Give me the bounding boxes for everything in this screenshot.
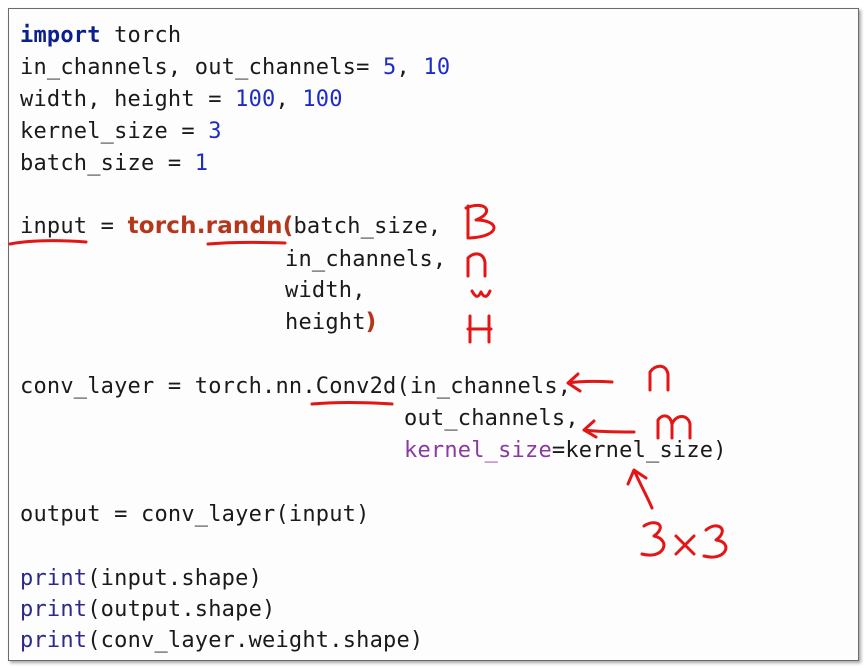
channels-assign: in_channels, out_channels= xyxy=(20,55,384,80)
randn-call: torch.randn( xyxy=(127,213,294,239)
height-value: 100 xyxy=(302,87,343,112)
size-assign: width, height = xyxy=(20,87,236,112)
code-line-arg-height: height) xyxy=(285,306,376,339)
out-channels-value: 10 xyxy=(423,55,451,80)
output-assign: output = conv_layer(input) xyxy=(20,502,370,527)
input-assign: input = xyxy=(20,214,128,239)
kernel-size-param: kernel_size xyxy=(404,438,552,463)
code-line-arg-in-channels: in_channels, xyxy=(285,244,446,276)
randn-close-paren: ) xyxy=(365,309,377,335)
import-target: torch xyxy=(100,23,182,48)
arg-batch-size: batch_size, xyxy=(293,214,442,239)
code-line-kernel: kernel_size = 3 xyxy=(20,116,222,148)
arg-width: width, xyxy=(285,278,366,303)
code-line-size: width, height = 100, 100 xyxy=(20,84,343,116)
code-line-print-weight: print(conv_layer.weight.shape) xyxy=(20,625,423,657)
batch-assign: batch_size = xyxy=(20,151,195,176)
code-line-arg-kernel: kernel_size=kernel_size) xyxy=(404,435,727,467)
size-separator: , xyxy=(275,87,303,112)
code-line-channels: in_channels, out_channels= 5, 10 xyxy=(20,52,450,84)
print-output-args: (output.shape) xyxy=(87,597,276,622)
print-weight-args: (conv_layer.weight.shape) xyxy=(87,628,424,653)
code-line-import: import torch xyxy=(20,20,181,52)
code-line-output: output = conv_layer(input) xyxy=(20,499,370,531)
code-line-conv: conv_layer = torch.nn.Conv2d(in_channels… xyxy=(20,371,571,403)
arg-out-channels: out_channels, xyxy=(404,406,579,431)
kernel-value: 3 xyxy=(208,119,222,144)
import-keyword: import xyxy=(20,23,101,48)
width-value: 100 xyxy=(235,87,276,112)
code-line-arg-width: width, xyxy=(285,275,366,307)
kernel-size-value: =kernel_size) xyxy=(551,438,727,463)
code-line-arg-out-channels: out_channels, xyxy=(404,403,579,435)
in-channels-value: 5 xyxy=(383,55,397,80)
arg-in-channels: in_channels, xyxy=(285,247,447,272)
code-line-print-output: print(output.shape) xyxy=(20,594,275,626)
code-line-print-input: print(input.shape) xyxy=(20,563,262,595)
print-builtin: print xyxy=(20,597,88,622)
code-line-batch: batch_size = 1 xyxy=(20,148,208,180)
code-line-input: input = torch.randn(batch_size, xyxy=(20,210,441,243)
arg-height: height xyxy=(285,310,366,335)
kernel-assign: kernel_size = xyxy=(20,119,209,144)
print-builtin: print xyxy=(20,628,88,653)
batch-value: 1 xyxy=(194,151,209,176)
conv-assign: conv_layer = torch.nn.Conv2d(in_channels… xyxy=(20,374,572,399)
channels-separator: , xyxy=(396,55,424,80)
print-input-args: (input.shape) xyxy=(87,566,263,591)
print-builtin: print xyxy=(20,566,88,591)
